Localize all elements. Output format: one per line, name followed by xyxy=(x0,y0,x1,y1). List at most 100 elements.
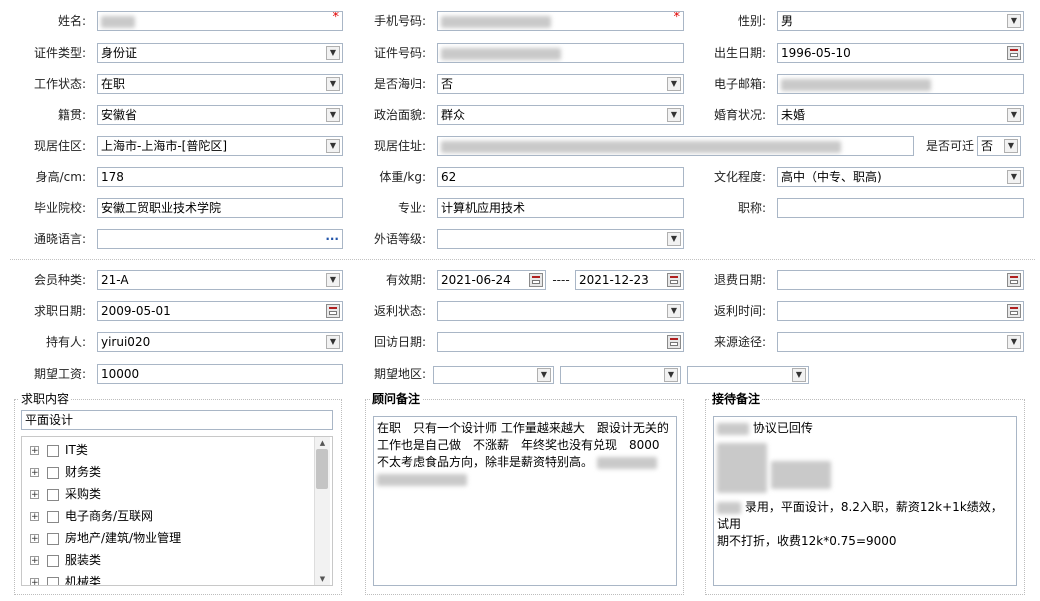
revisit-date-field[interactable] xyxy=(437,332,684,352)
valid-from-field[interactable]: 2021-06-24 xyxy=(437,270,546,290)
chevron-down-icon[interactable]: ▼ xyxy=(664,368,678,382)
tree-item[interactable]: + 机械类 xyxy=(30,571,102,586)
tree-item[interactable]: + IT类 xyxy=(30,439,88,461)
work-status-select[interactable]: 在职 ▼ xyxy=(97,74,343,94)
tree-scrollbar[interactable]: ▲ ▼ xyxy=(314,437,330,585)
chevron-down-icon[interactable]: ▼ xyxy=(326,108,340,122)
height-field[interactable]: 178 xyxy=(97,167,343,187)
chevron-down-icon[interactable]: ▼ xyxy=(792,368,806,382)
chevron-down-icon[interactable]: ▼ xyxy=(326,139,340,153)
calendar-icon[interactable] xyxy=(1007,273,1021,287)
chevron-down-icon[interactable]: ▼ xyxy=(667,77,681,91)
id-type-value: 身份证 xyxy=(101,46,138,60)
scroll-up-icon[interactable]: ▲ xyxy=(315,437,330,449)
id-type-select[interactable]: 身份证 ▼ xyxy=(97,43,343,63)
source-select[interactable]: ▼ xyxy=(777,332,1024,352)
checkbox[interactable] xyxy=(47,466,59,479)
reception-notes-textarea[interactable]: 协议已回传 录用，平面设计，8.2入职，薪资12k+1k绩效，试用 期不打折，收… xyxy=(713,416,1017,586)
calendar-icon[interactable] xyxy=(667,335,681,349)
email-field[interactable] xyxy=(777,74,1024,94)
marital-select[interactable]: 未婚 ▼ xyxy=(777,105,1024,125)
calendar-icon[interactable] xyxy=(1007,304,1021,318)
relocate-select[interactable]: 否 ▼ xyxy=(977,136,1021,156)
expand-icon[interactable]: + xyxy=(30,556,39,566)
tree-item[interactable]: + 采购类 xyxy=(30,483,101,505)
consultant-notes-textarea[interactable]: 在职 只有一个设计师 工作量越来越大 跟设计无关的 工作也是自己做 不涨薪 年终… xyxy=(373,416,677,586)
school-field[interactable]: 安徽工贸职业技术学院 xyxy=(97,198,343,218)
checkbox[interactable] xyxy=(47,532,59,545)
calendar-icon[interactable] xyxy=(529,273,543,287)
chevron-down-icon[interactable]: ▼ xyxy=(667,108,681,122)
expand-icon[interactable]: + xyxy=(30,490,39,500)
region-select-1[interactable]: ▼ xyxy=(433,366,554,384)
political-select[interactable]: 群众 ▼ xyxy=(437,105,684,125)
chevron-down-icon[interactable]: ▼ xyxy=(1004,139,1018,153)
birth-date-field[interactable]: 1996-05-10 xyxy=(777,43,1024,63)
id-number-field[interactable] xyxy=(437,43,684,63)
expand-icon[interactable]: + xyxy=(30,446,39,456)
residence-area-select[interactable]: 上海市-上海市-[普陀区] ▼ xyxy=(97,136,343,156)
redacted-id-number xyxy=(441,47,561,60)
source-label: 来源途径: xyxy=(713,335,766,349)
valid-to-field[interactable]: 2021-12-23 xyxy=(575,270,684,290)
tree-item[interactable]: + 房地产/建筑/物业管理 xyxy=(30,527,181,549)
chevron-down-icon[interactable]: ▼ xyxy=(537,368,551,382)
expand-icon[interactable]: + xyxy=(30,578,39,585)
calendar-icon[interactable] xyxy=(326,304,340,318)
chevron-down-icon[interactable]: ▼ xyxy=(1007,335,1021,349)
chevron-down-icon[interactable]: ▼ xyxy=(326,273,340,287)
expand-icon[interactable]: + xyxy=(30,468,39,478)
residence-addr-label: 现居住址: xyxy=(373,139,426,153)
tree-item[interactable]: + 服装类 xyxy=(30,549,101,571)
checkbox[interactable] xyxy=(47,510,59,523)
chevron-down-icon[interactable]: ▼ xyxy=(1007,14,1021,28)
scroll-thumb[interactable] xyxy=(316,449,328,489)
chevron-down-icon[interactable]: ▼ xyxy=(326,335,340,349)
chevron-down-icon[interactable]: ▼ xyxy=(1007,108,1021,122)
chevron-down-icon[interactable]: ▼ xyxy=(326,46,340,60)
job-content-selected-field[interactable]: 平面设计 xyxy=(21,410,333,430)
chevron-down-icon[interactable]: ▼ xyxy=(326,77,340,91)
holder-select[interactable]: yirui020 ▼ xyxy=(97,332,343,352)
language-field[interactable]: ··· xyxy=(97,229,343,249)
title-field[interactable] xyxy=(777,198,1024,218)
checkbox[interactable] xyxy=(47,554,59,567)
job-date-field[interactable]: 2009-05-01 xyxy=(97,301,343,321)
rebate-status-select[interactable]: ▼ xyxy=(437,301,684,321)
language-picker-button[interactable]: ··· xyxy=(325,230,339,248)
expand-icon[interactable]: + xyxy=(30,512,39,522)
tree-item-label: 机械类 xyxy=(65,575,102,586)
tree-item[interactable]: + 财务类 xyxy=(30,461,101,483)
weight-value: 62 xyxy=(441,170,457,184)
chevron-down-icon[interactable]: ▼ xyxy=(667,232,681,246)
expand-icon[interactable]: + xyxy=(30,534,39,544)
checkbox[interactable] xyxy=(47,576,59,585)
checkbox[interactable] xyxy=(47,444,59,457)
gender-select[interactable]: 男 ▼ xyxy=(777,11,1024,31)
education-label: 文化程度: xyxy=(713,170,766,184)
chevron-down-icon[interactable]: ▼ xyxy=(1007,170,1021,184)
refund-date-field[interactable] xyxy=(777,270,1024,290)
education-select[interactable]: 高中（中专、职高) ▼ xyxy=(777,167,1024,187)
region-select-2[interactable]: ▼ xyxy=(560,366,681,384)
checkbox[interactable] xyxy=(47,488,59,501)
origin-select[interactable]: 安徽省 ▼ xyxy=(97,105,343,125)
weight-field[interactable]: 62 xyxy=(437,167,684,187)
phone-field[interactable]: * xyxy=(437,11,684,31)
major-field[interactable]: 计算机应用技术 xyxy=(437,198,684,218)
member-type-select[interactable]: 21-A ▼ xyxy=(97,270,343,290)
overseas-select[interactable]: 否 ▼ xyxy=(437,74,684,94)
residence-addr-field[interactable] xyxy=(437,136,914,156)
scroll-down-icon[interactable]: ▼ xyxy=(315,573,330,585)
salary-field[interactable]: 10000 xyxy=(97,364,343,384)
name-field[interactable]: * xyxy=(97,11,343,31)
rebate-time-field[interactable] xyxy=(777,301,1024,321)
redacted-text xyxy=(770,461,831,489)
tree-item[interactable]: + 电子商务/互联网 xyxy=(30,505,153,527)
foreign-level-select[interactable]: ▼ xyxy=(437,229,684,249)
region-select-3[interactable]: ▼ xyxy=(687,366,809,384)
work-status-value: 在职 xyxy=(101,77,126,91)
calendar-icon[interactable] xyxy=(667,273,681,287)
calendar-icon[interactable] xyxy=(1007,46,1021,60)
chevron-down-icon[interactable]: ▼ xyxy=(667,304,681,318)
